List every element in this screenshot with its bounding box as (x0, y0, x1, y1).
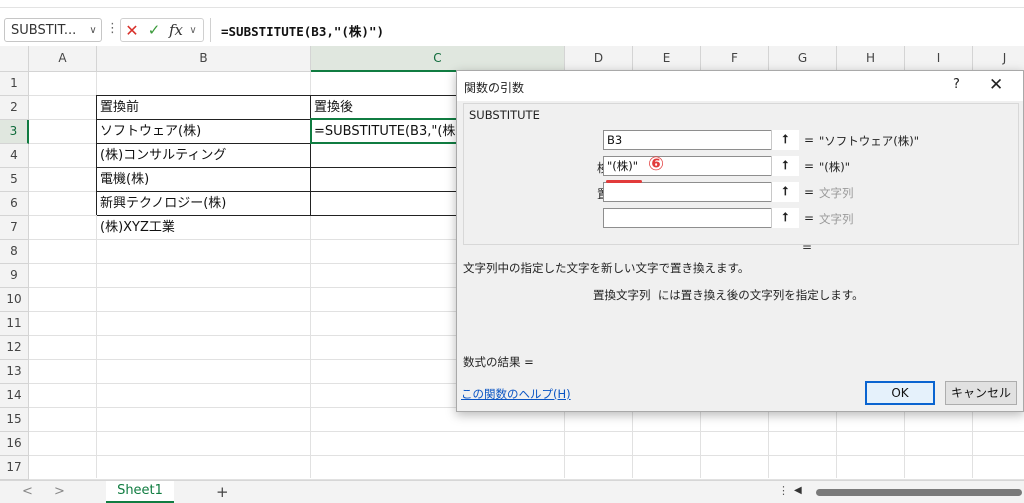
select-all-corner[interactable] (0, 46, 29, 72)
function-help-link[interactable]: この関数のヘルプ(H) (461, 386, 571, 402)
dialog-title: 関数の引数 (464, 81, 525, 95)
arg-equals: = (804, 133, 815, 147)
row-header[interactable]: 7 (0, 216, 29, 240)
column-header[interactable]: F (701, 46, 769, 72)
chevron-down-icon[interactable]: ∨ (85, 25, 101, 36)
row-header[interactable]: 16 (0, 432, 29, 456)
formula-input[interactable]: =SUBSTITUTE(B3,"(株)") (210, 18, 1022, 42)
name-box[interactable]: SUBSTIT... ∨ (4, 18, 102, 42)
row-header[interactable]: 13 (0, 360, 29, 384)
gridline (29, 455, 1024, 456)
horizontal-scrollbar[interactable]: ◀ (794, 485, 1022, 496)
row-header[interactable]: 14 (0, 384, 29, 408)
row-header[interactable]: 10 (0, 288, 29, 312)
function-arguments-dialog: 関数の引数 ? ✕ SUBSTITUTE 文字列 B3 ⭡ = "ソフトウェア(… (456, 70, 1024, 412)
cell-b7[interactable]: (株)XYZ工業 (97, 216, 311, 240)
close-icon[interactable]: ✕ (989, 75, 1003, 95)
column-header[interactable]: H (837, 46, 905, 72)
column-header[interactable]: G (769, 46, 837, 72)
help-icon[interactable]: ? (953, 77, 960, 92)
cell-b4[interactable]: (株)コンサルティング (97, 144, 311, 168)
column-header[interactable]: I (905, 46, 973, 72)
next-sheet-icon[interactable]: > (54, 484, 65, 499)
cell-b2[interactable]: 置換前 (97, 96, 311, 120)
arg-result-find-text: "(株)" (819, 160, 851, 174)
column-header[interactable]: A (29, 46, 97, 72)
arg-input-new-text[interactable] (603, 182, 799, 202)
row-header[interactable]: 12 (0, 336, 29, 360)
row-header[interactable]: 11 (0, 312, 29, 336)
add-sheet-icon[interactable]: + (216, 483, 229, 501)
sheet-tab-bar: < > Sheet1 + ⋮ ◀ (0, 480, 1024, 503)
arg-equals: = (804, 185, 815, 199)
prev-sheet-icon[interactable]: < (22, 484, 33, 499)
formula-bar: SUBSTIT... ∨ ⋮ ✕ ✓ fx ∨ =SUBSTITUTE(B3,"… (0, 14, 1024, 44)
ribbon-edge (0, 0, 1024, 8)
chevron-down-icon[interactable]: ∨ (187, 25, 199, 36)
arg-result-new-text: 文字列 (819, 186, 854, 200)
argument-description-label: 置換文字列 (593, 288, 651, 302)
cell-b5[interactable]: 電機(株) (97, 168, 311, 192)
insert-function-icon[interactable]: fx (165, 21, 187, 39)
range-picker-icon[interactable]: ⭡ (771, 156, 799, 176)
row-header[interactable]: 3 (0, 120, 29, 144)
arg-equals: = (804, 159, 815, 173)
sheet-tab-sheet1[interactable]: Sheet1 (106, 481, 174, 503)
range-picker-icon[interactable]: ⭡ (771, 130, 799, 150)
range-picker-icon[interactable]: ⭡ (771, 182, 799, 202)
arg-input-text[interactable]: B3 (603, 130, 799, 150)
arg-result-instance: 文字列 (819, 212, 854, 226)
row-header[interactable]: 2 (0, 96, 29, 120)
scroll-split-icon[interactable]: ⋮ (778, 484, 789, 497)
column-header[interactable]: J (973, 46, 1024, 72)
cell-b3[interactable]: ソフトウェア(株) (97, 120, 311, 144)
row-header[interactable]: 4 (0, 144, 29, 168)
name-box-text: SUBSTIT... (11, 22, 77, 38)
row-header[interactable]: 6 (0, 192, 29, 216)
dialog-titlebar: 関数の引数 ? ✕ (457, 71, 1023, 101)
column-header[interactable]: E (633, 46, 701, 72)
cell-b6[interactable]: 新興テクノロジー(株) (97, 192, 311, 216)
overall-equals: = (802, 240, 813, 254)
column-header[interactable]: C (311, 46, 565, 72)
arg-input-instance[interactable] (603, 208, 799, 228)
enter-check-icon[interactable]: ✓ (143, 21, 165, 39)
scrollbar-thumb[interactable] (816, 489, 1022, 496)
row-header[interactable]: 15 (0, 408, 29, 432)
row-header[interactable]: 17 (0, 456, 29, 480)
cancel-button[interactable]: キャンセル (945, 381, 1017, 405)
annotation-step-number: ⑥ (647, 153, 665, 175)
argument-description: 置換文字列 には置き換え後の文字列を指定します。 (593, 287, 864, 303)
range-picker-icon[interactable]: ⭡ (771, 208, 799, 228)
arg-equals: = (804, 211, 815, 225)
cancel-icon[interactable]: ✕ (121, 21, 143, 40)
column-header[interactable]: B (97, 46, 311, 72)
row-header[interactable]: 8 (0, 240, 29, 264)
row-header[interactable]: 5 (0, 168, 29, 192)
function-name: SUBSTITUTE (469, 108, 540, 122)
arg-input-find-text[interactable]: "(株)" (603, 156, 799, 176)
function-description: 文字列中の指定した文字を新しい文字で置き換えます。 (463, 261, 750, 275)
formula-controls: ✕ ✓ fx ∨ (120, 18, 204, 42)
ok-button[interactable]: OK (865, 381, 935, 405)
scroll-left-icon[interactable]: ◀ (794, 485, 802, 496)
formula-result: 数式の結果 = (463, 355, 534, 369)
more-options-icon[interactable]: ⋮ (106, 21, 119, 36)
row-header[interactable]: 9 (0, 264, 29, 288)
column-header[interactable]: D (565, 46, 633, 72)
arg-result-text: "ソフトウェア(株)" (819, 134, 920, 148)
excel-window: SUBSTIT... ∨ ⋮ ✕ ✓ fx ∨ =SUBSTITUTE(B3,"… (0, 0, 1024, 503)
annotation-underline (606, 180, 642, 183)
gridline (29, 431, 1024, 432)
row-header[interactable]: 1 (0, 72, 29, 96)
argument-description-text: には置き換え後の文字列を指定します。 (657, 288, 864, 302)
